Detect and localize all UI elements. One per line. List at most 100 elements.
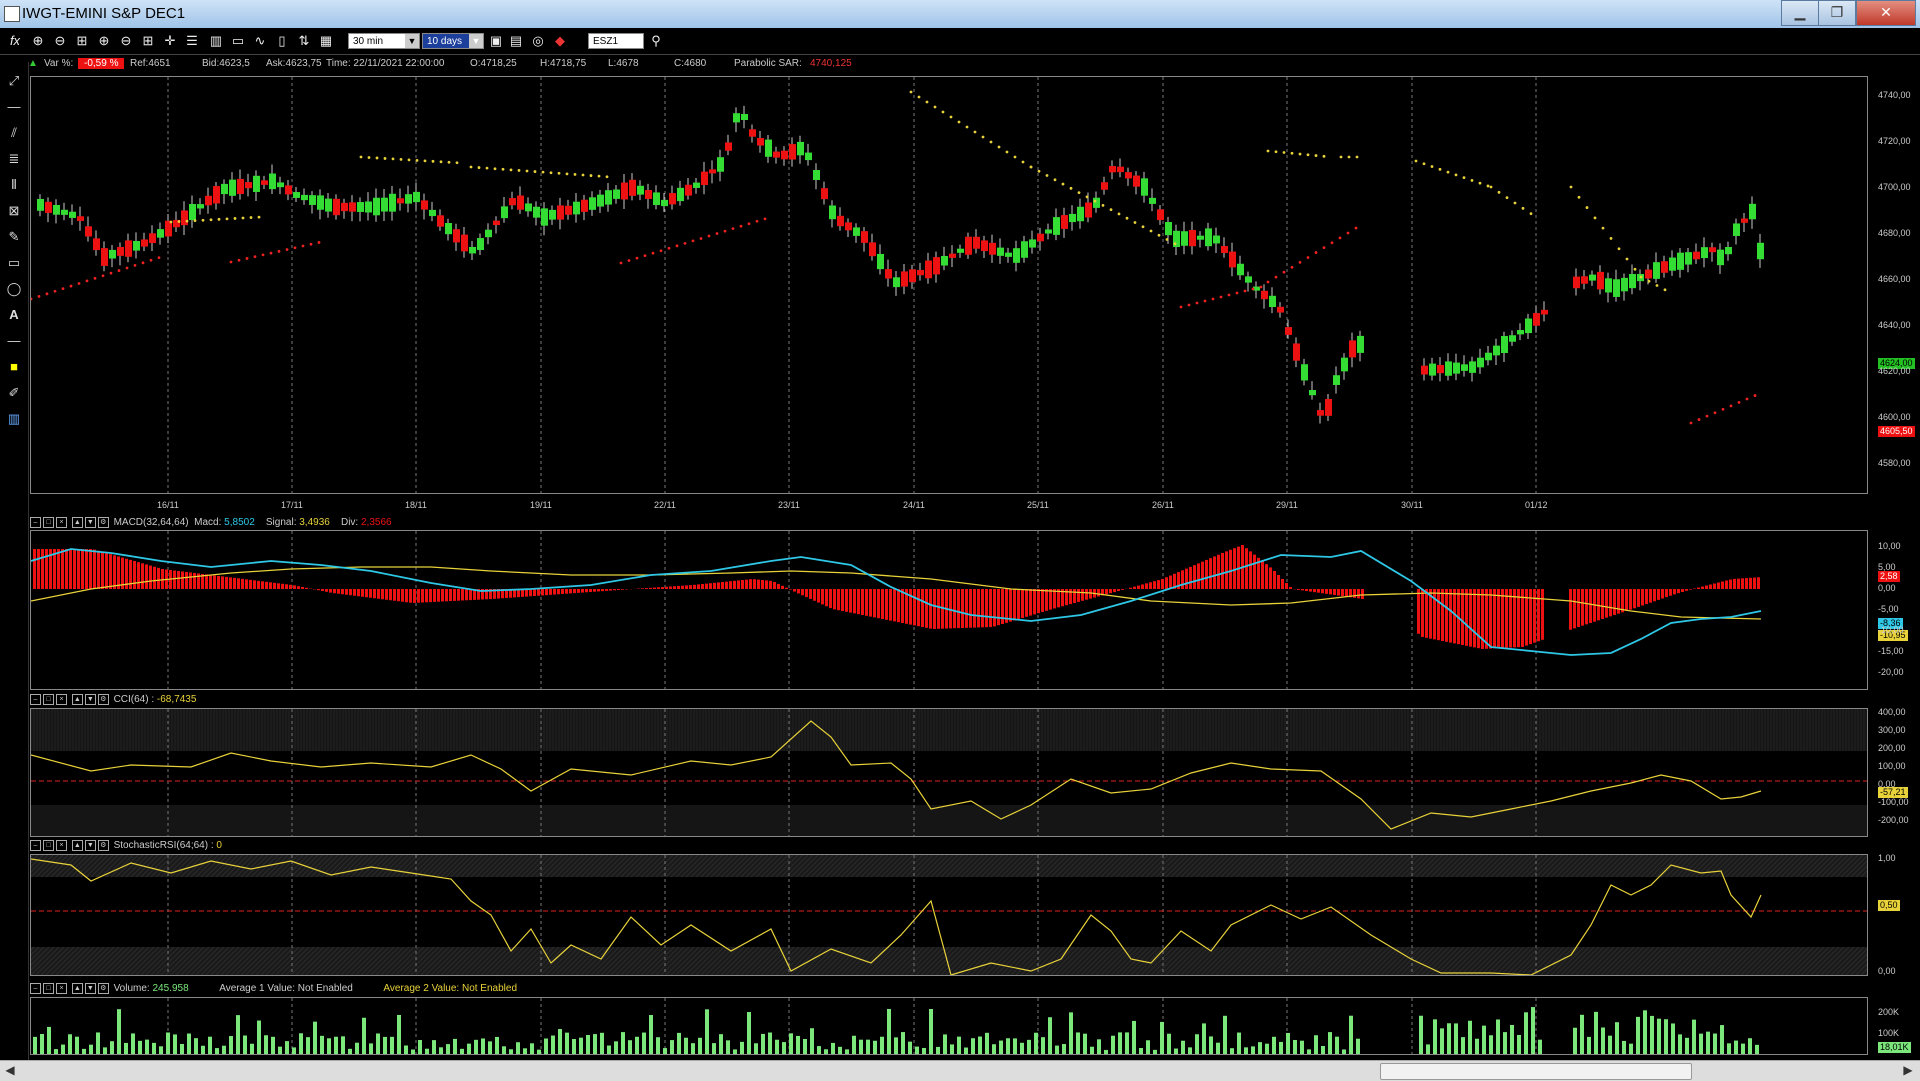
horizontal-line-icon[interactable]: — [5,98,23,116]
scroll-left-icon[interactable]: ◀ [2,1063,18,1078]
trash-icon[interactable]: ▥ [5,410,23,428]
price-chart[interactable] [31,77,1867,493]
move-down-icon[interactable]: ▼ [85,694,96,705]
zoom-reset-icon[interactable]: ⊖ [118,33,134,49]
minimize-panel-icon[interactable]: – [30,517,41,528]
settings-icon[interactable]: ⚙ [98,983,109,994]
save-icon[interactable]: ▤ [508,33,524,49]
candle-body [1621,278,1628,291]
price-chart-panel[interactable] [30,76,1868,494]
sar-dot [1174,242,1177,245]
volume-chart[interactable] [31,998,1867,1054]
vertical-lines-icon[interactable]: ⦀ [5,176,23,194]
restore-panel-icon[interactable]: □ [43,694,54,705]
channel-icon[interactable]: ⫽ [5,124,23,142]
move-up-icon[interactable]: ▲ [72,983,83,994]
bar-chart-icon[interactable]: ▥ [208,33,224,49]
zoom-out-icon[interactable]: ⊖ [52,33,68,49]
timeframe-select[interactable]: 30 min▼ [348,33,420,49]
move-up-icon[interactable]: ▲ [72,517,83,528]
macd-histogram-bar [577,589,580,593]
rectangle-icon[interactable]: ▭ [5,254,23,272]
sar-dot [250,216,253,219]
zoom-area-icon[interactable]: ⊞ [74,33,90,49]
restore-panel-icon[interactable]: □ [43,840,54,851]
macd-panel[interactable] [30,530,1868,690]
macd-histogram-bar [109,554,112,589]
trendline-icon[interactable]: ⤢ [5,72,23,90]
move-down-icon[interactable]: ▼ [85,983,96,994]
table-icon[interactable]: ▦ [318,33,334,49]
maximize-button[interactable]: ❐ [1818,0,1856,26]
volume-bar [208,1037,212,1054]
sar-dot [1158,234,1161,237]
macd-histogram-bar [217,576,220,589]
crosshair-icon[interactable]: ✛ [162,33,178,49]
line-chart-icon[interactable]: ∿ [252,33,268,49]
move-down-icon[interactable]: ▼ [85,840,96,851]
function-icon[interactable]: fx [4,33,26,49]
macd-histogram-bar [237,578,240,589]
horizontal-scrollbar[interactable]: ◀ ▶ [0,1060,1920,1081]
macd-histogram-bar [457,589,460,601]
eraser-icon[interactable]: ✐ [5,384,23,402]
close-panel-icon[interactable]: × [56,517,67,528]
close-button[interactable]: ✕ [1856,0,1916,26]
layout-icon[interactable]: ▣ [488,33,504,49]
settings-icon[interactable]: ⚙ [98,694,109,705]
settings-icon[interactable]: ⚙ [98,840,109,851]
candle-body [1461,364,1468,371]
macd-histogram-bar [969,589,972,628]
close-panel-icon[interactable]: × [56,694,67,705]
sar-dot [676,244,679,247]
candlestick-icon[interactable]: ▯ [274,33,290,49]
gann-icon[interactable]: ⊠ [5,202,23,220]
minimize-button[interactable]: ▁ [1781,0,1819,26]
move-down-icon[interactable]: ▼ [85,517,96,528]
restore-panel-icon[interactable]: □ [43,517,54,528]
refresh-icon[interactable]: ◎ [530,33,546,49]
zoom-fit-icon[interactable]: ⊕ [96,33,112,49]
stoch-panel[interactable] [30,854,1868,976]
sort-icon[interactable]: ⇅ [296,33,312,49]
range-select[interactable]: 10 days▼ [422,33,484,49]
volume-bar [761,1034,765,1054]
pencil-icon[interactable]: ✎ [5,228,23,246]
symbol-input[interactable]: ESZ1 [588,33,644,49]
zoom-in-icon[interactable]: ⊕ [30,33,46,49]
grid-icon[interactable]: ⊞ [140,33,156,49]
settings-icon[interactable]: ⚙ [98,517,109,528]
close-panel-icon[interactable]: × [56,840,67,851]
scrollbar-thumb[interactable] [1380,1063,1692,1080]
color-picker-icon[interactable]: ■ [5,358,23,376]
ellipse-icon[interactable]: ◯ [5,280,23,298]
restore-panel-icon[interactable]: □ [43,983,54,994]
close-panel-icon[interactable]: × [56,983,67,994]
list-icon[interactable]: ☰ [184,33,200,49]
macd-histogram-bar [1729,580,1732,590]
stoch-chart[interactable] [31,855,1867,975]
macd-histogram-bar [1169,576,1172,589]
minimize-panel-icon[interactable]: – [30,840,41,851]
cci-panel[interactable] [30,708,1868,837]
cci-chart[interactable] [31,709,1867,836]
sar-dot [1078,191,1081,194]
macd-chart[interactable] [31,531,1867,689]
sar-dot [1291,266,1294,269]
window-icon[interactable]: ▭ [230,33,246,49]
macd-histogram-bar [1345,589,1348,597]
scroll-right-icon[interactable]: ▶ [1900,1063,1916,1078]
macd-histogram-bar [937,589,940,629]
macd-histogram-bar [1157,580,1160,589]
minimize-panel-icon[interactable]: – [30,983,41,994]
search-icon[interactable]: ⚲ [648,33,664,49]
macd-histogram-bar [529,589,532,596]
alert-icon[interactable]: ◆ [552,33,568,49]
fibonacci-icon[interactable]: ≣ [5,150,23,168]
move-up-icon[interactable]: ▲ [72,694,83,705]
move-up-icon[interactable]: ▲ [72,840,83,851]
text-tool-icon[interactable]: A [5,306,23,324]
volume-panel[interactable] [30,997,1868,1055]
macd-histogram-bar [1513,589,1516,647]
minimize-panel-icon[interactable]: – [30,694,41,705]
